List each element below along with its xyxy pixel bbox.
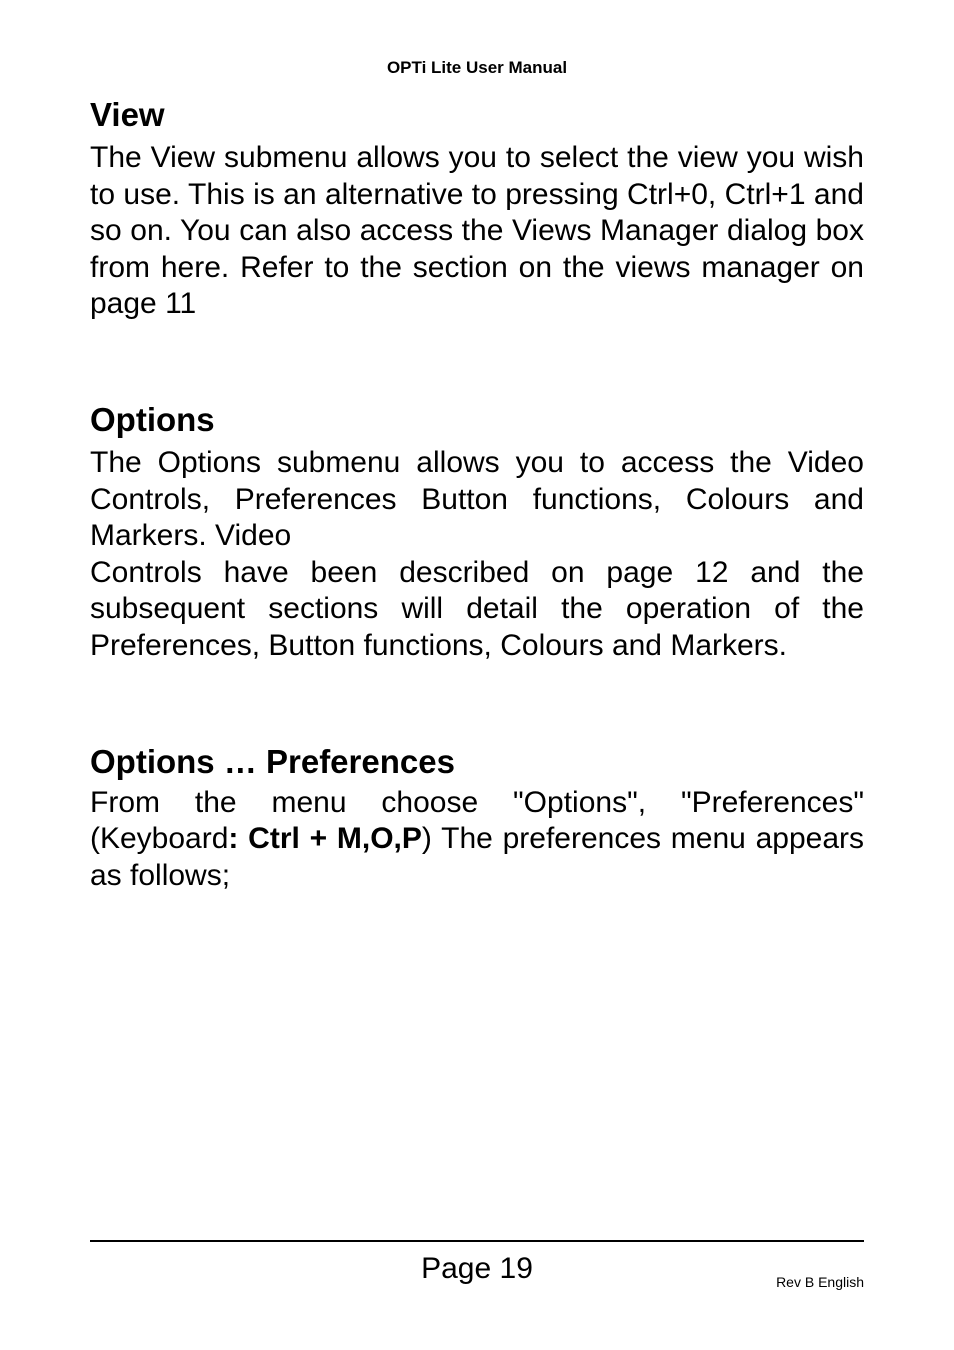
- paragraph-options-a: The Options submenu allows you to access…: [90, 445, 864, 555]
- heading-view: View: [90, 96, 864, 134]
- paragraph-options-preferences: From the menu choose "Options", "Prefere…: [90, 785, 864, 895]
- page-footer: Page 19 Rev B English: [0, 1240, 954, 1292]
- heading-options: Options: [90, 401, 864, 439]
- heading-options-preferences: Options … Preferences: [90, 743, 864, 781]
- optpref-shortcut: : Ctrl + M,O,P: [228, 822, 421, 855]
- page-content: OPTi Lite User Manual View The View subm…: [0, 0, 954, 894]
- paragraph-options-b: Controls have been described on page 12 …: [90, 555, 864, 665]
- paragraph-view: The View submenu allows you to select th…: [90, 140, 864, 323]
- revision-label: Rev B English: [776, 1274, 864, 1290]
- footer-divider: [90, 1240, 864, 1242]
- document-header: OPTi Lite User Manual: [90, 58, 864, 78]
